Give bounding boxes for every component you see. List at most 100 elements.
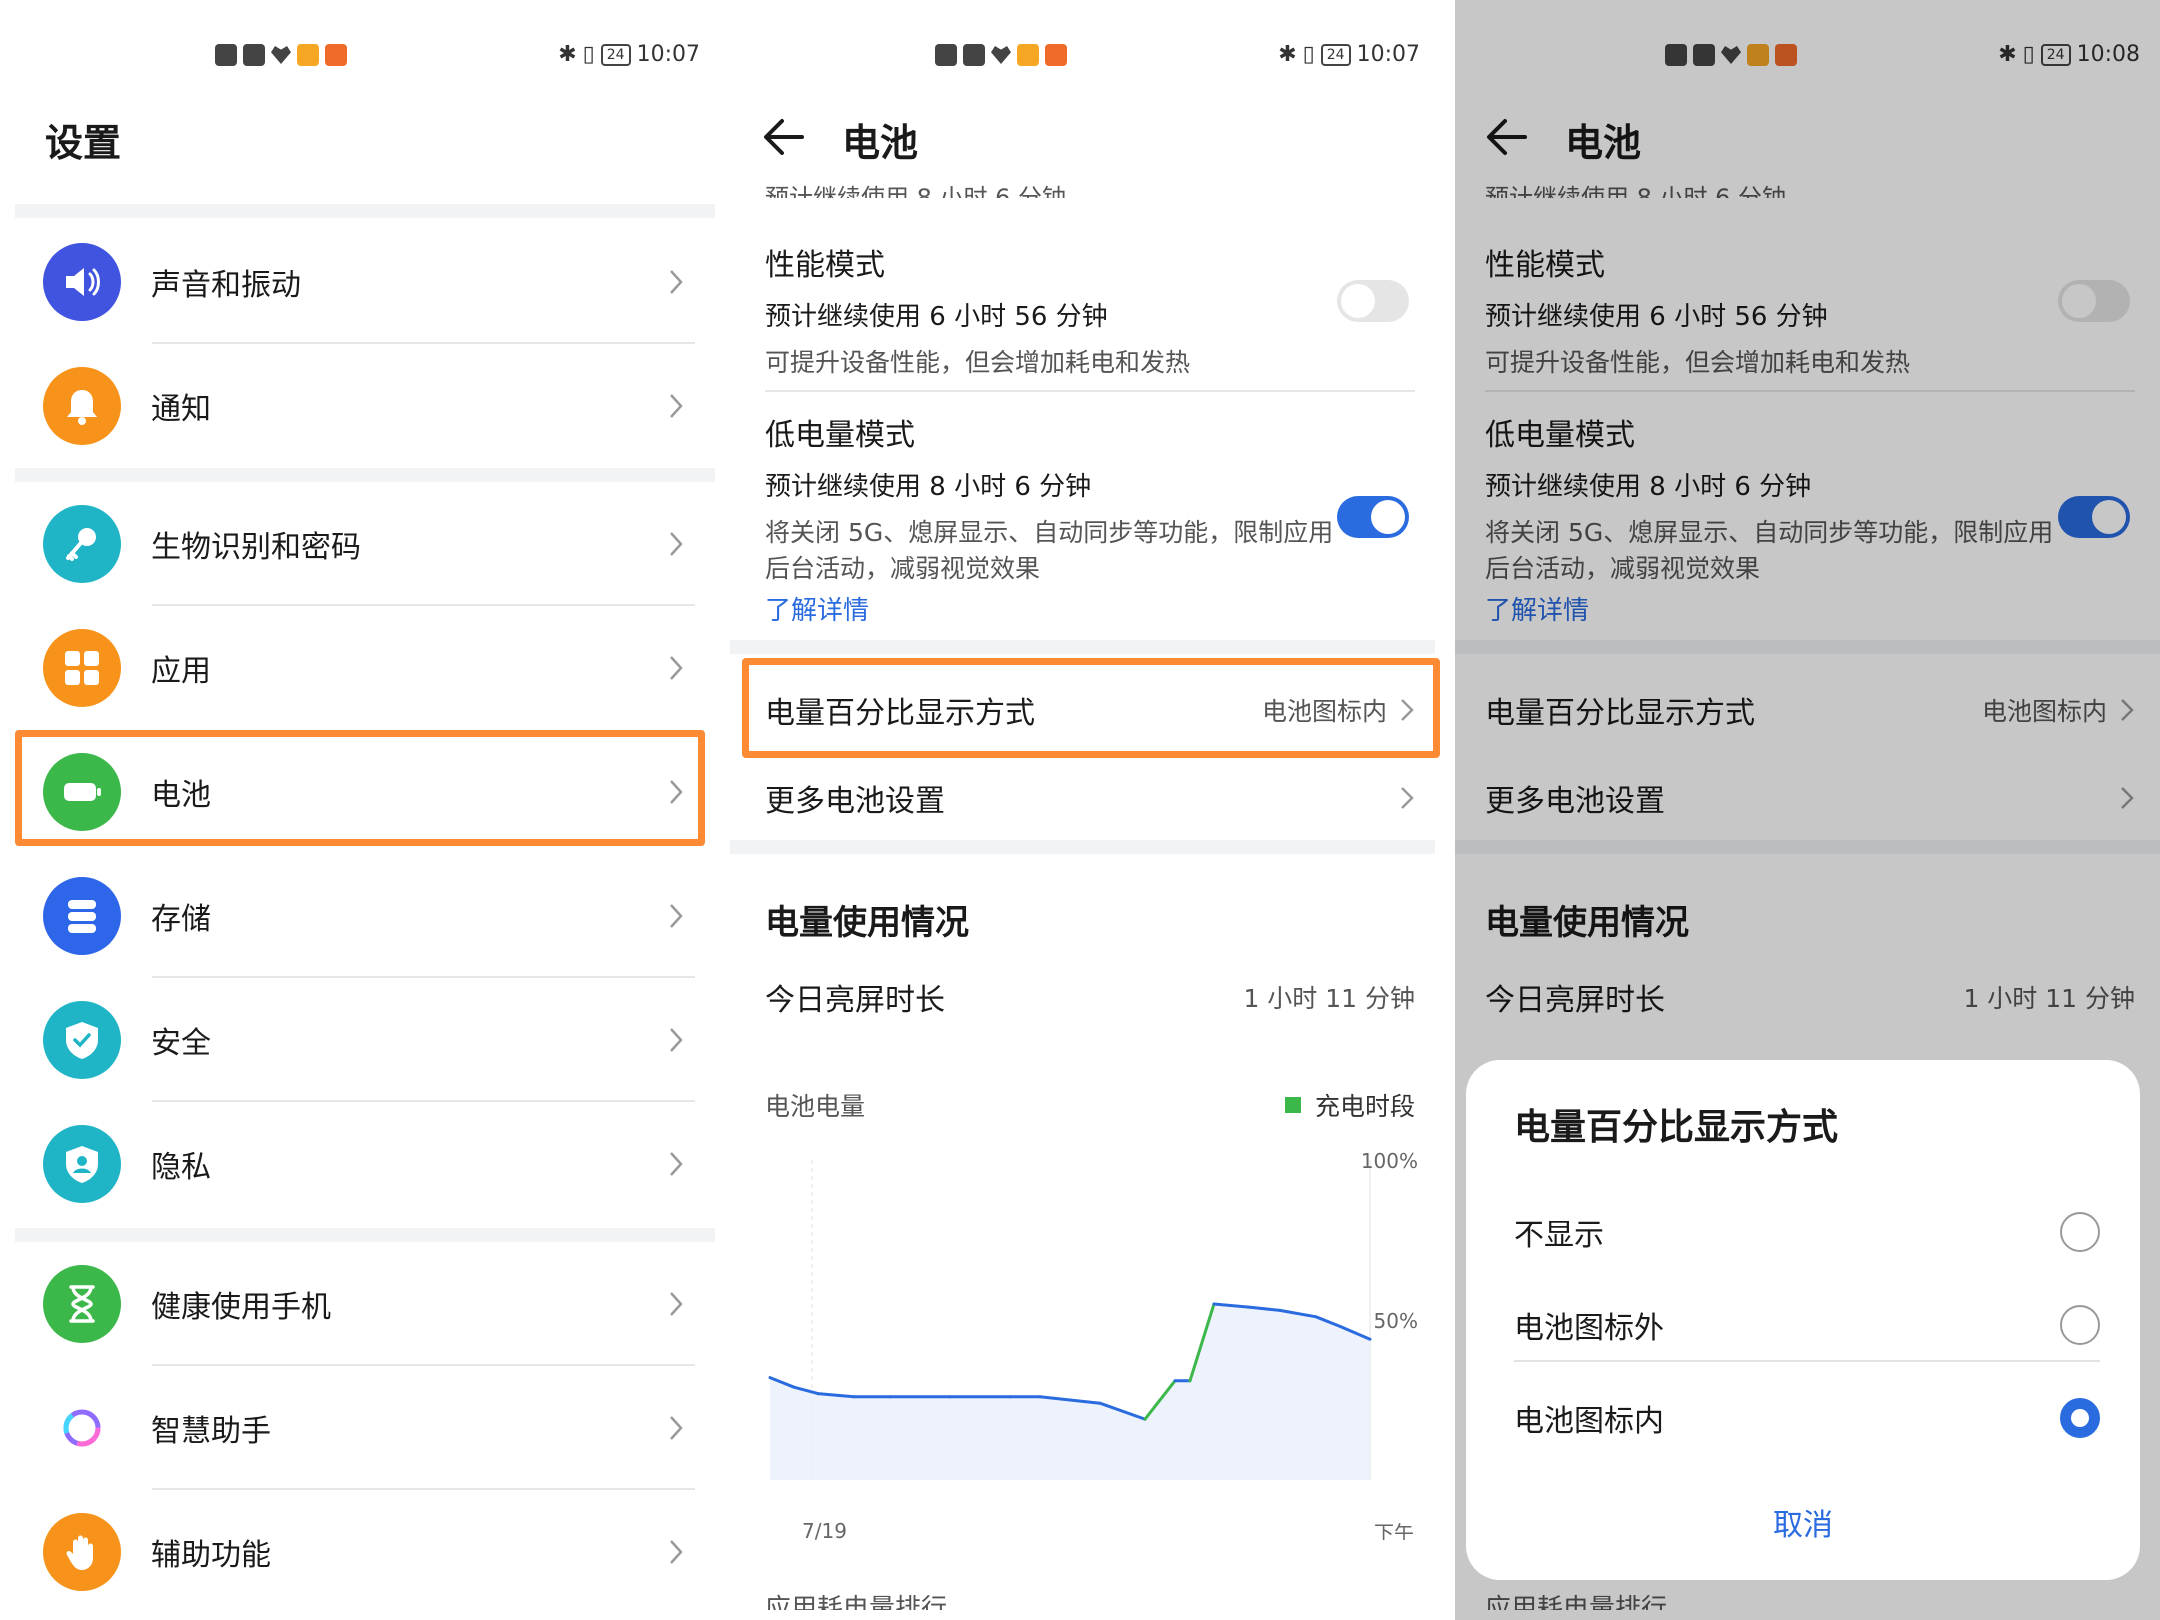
wifi-icon [243, 44, 265, 66]
apps-grid-icon [43, 629, 121, 707]
settings-item-label: 通知 [151, 392, 211, 427]
low-power-mode: 低电量模式 预计继续使用 8 小时 6 分钟 将关闭 5G、熄屏显示、自动同步等… [765, 410, 1345, 587]
option-hide[interactable]: 不显示 [1514, 1202, 2100, 1262]
volume-icon [43, 243, 121, 321]
battery-status-icon: 24 [1320, 43, 1351, 66]
bell-icon [43, 367, 121, 445]
chevron-right-icon [670, 394, 683, 418]
y-tick-label: 50% [1374, 1309, 1418, 1333]
dialog-title: 电量百分比显示方式 [1514, 1107, 1839, 1148]
settings-item-shield[interactable]: 安全 [15, 978, 715, 1102]
settings-item-label: 安全 [151, 1026, 211, 1061]
settings-item-label: 存储 [151, 902, 211, 937]
performance-mode: 性能模式 预计继续使用 6 小时 56 分钟 可提升设备性能，但会增加耗电和发热 [765, 240, 1345, 381]
settings-item-key[interactable]: 生物识别和密码 [15, 482, 715, 606]
performance-mode-desc: 可提升设备性能，但会增加耗电和发热 [765, 348, 1191, 377]
settings-item-bell[interactable]: 通知 [15, 344, 715, 468]
battery-status-icon: 24 [600, 43, 631, 66]
option-inside-icon[interactable]: 电池图标内 [1514, 1388, 2100, 1448]
app-usage-ranking-cut: 应用耗电量排行 [765, 1594, 948, 1610]
radio-button[interactable] [2060, 1305, 2100, 1345]
status-icons-right: ✱ ▯ 24 10:07 [558, 42, 700, 67]
chart-label: 电池电量 [765, 1092, 866, 1121]
settings-item-volume[interactable]: 声音和振动 [15, 220, 715, 344]
battery-panel: ✱ ▯ 24 10:07 电池 预计继续使用 8 小时 6 分钟 性能模式 预计… [720, 0, 1440, 1620]
option-label: 电池图标外 [1514, 1311, 1664, 1346]
chevron-right-icon [670, 1152, 683, 1176]
shield-icon [43, 1001, 121, 1079]
battery-area [770, 1304, 1370, 1480]
status-icons-left [935, 44, 1067, 66]
performance-mode-estimate: 预计继续使用 6 小时 56 分钟 [765, 302, 1108, 332]
back-arrow-icon[interactable] [762, 115, 806, 159]
battery-level-chart: 100%50%7/19下午10:00 [768, 1149, 1418, 1540]
chevron-right-icon [1401, 787, 1414, 809]
hourglass-icon [43, 1265, 121, 1343]
x-tick-label: 7/19 [802, 1519, 847, 1540]
chevron-right-icon [670, 270, 683, 294]
more-battery-settings-row[interactable]: 更多电池设置 [765, 768, 1415, 828]
heart-icon [271, 46, 291, 64]
heart-icon [991, 46, 1011, 64]
key-icon [43, 505, 121, 583]
more-battery-settings-label: 更多电池设置 [765, 784, 945, 819]
vibrate-icon: ▯ [1302, 42, 1315, 67]
option-label: 电池图标内 [1514, 1404, 1664, 1439]
settings-panel: ✱ ▯ 24 10:07 设置 声音和振动 通知 生物识别和密码 应用 电池 存储 安全 隐私… [0, 0, 720, 1620]
privacy-icon [43, 1125, 121, 1203]
page-title: 设置 [45, 121, 122, 165]
bluetooth-icon: ✱ [1278, 42, 1297, 67]
settings-item-storage[interactable]: 存储 [15, 854, 715, 978]
status-bar: ✱ ▯ 24 10:07 [720, 40, 1440, 76]
low-power-mode-toggle[interactable] [1337, 496, 1409, 538]
settings-item-label: 辅助功能 [151, 1538, 271, 1573]
storage-icon [43, 877, 121, 955]
y-tick-label: 100% [1361, 1149, 1418, 1173]
chevron-right-icon [670, 904, 683, 928]
b-icon [935, 44, 957, 66]
settings-item-hand[interactable]: 辅助功能 [15, 1490, 715, 1614]
option-outside-icon[interactable]: 电池图标外 [1514, 1295, 2100, 1355]
usage-section-title: 电量使用情况 [765, 903, 969, 943]
divider [765, 390, 1415, 392]
screen-on-row: 今日亮屏时长 1 小时 11 分钟 [765, 972, 1415, 1022]
settings-item-label: 生物识别和密码 [151, 530, 361, 565]
divider [1514, 1360, 2100, 1362]
assistant-ring-icon [43, 1389, 121, 1467]
vibrate-icon: ▯ [582, 42, 595, 67]
x-tick-label: 下午 [1374, 1521, 1414, 1540]
hand-icon [43, 1513, 121, 1591]
learn-more-link[interactable]: 了解详情 [765, 590, 869, 627]
status-icons-right: ✱ ▯ 24 10:07 [1278, 42, 1420, 67]
cancel-button[interactable]: 取消 [1466, 1500, 2140, 1544]
chevron-right-icon [670, 1540, 683, 1564]
chevron-right-icon [670, 532, 683, 556]
settings-item-label: 声音和振动 [151, 268, 301, 303]
radio-button[interactable] [2060, 1212, 2100, 1252]
option-label: 不显示 [1514, 1218, 1604, 1253]
settings-item-privacy[interactable]: 隐私 [15, 1102, 715, 1226]
chevron-right-icon [670, 1292, 683, 1316]
chevron-right-icon [670, 656, 683, 680]
screen-on-label: 今日亮屏时长 [765, 983, 945, 1018]
highlight-box [742, 658, 1440, 758]
chart-legend: 充电时段 [1284, 1087, 1415, 1123]
performance-mode-toggle[interactable] [1337, 280, 1409, 322]
status-time: 10:07 [1356, 42, 1420, 67]
settings-item-label: 应用 [151, 654, 211, 689]
low-power-mode-desc: 将关闭 5G、熄屏显示、自动同步等功能，限制应用后台活动，减弱视觉效果 [765, 518, 1334, 583]
bluetooth-icon: ✱ [558, 42, 577, 67]
settings-item-hourglass[interactable]: 健康使用手机 [15, 1242, 715, 1366]
settings-item-apps-grid[interactable]: 应用 [15, 606, 715, 730]
settings-item-label: 健康使用手机 [151, 1290, 331, 1325]
radio-button-selected[interactable] [2060, 1398, 2100, 1438]
chart-header: 电池电量 充电时段 [765, 1085, 1415, 1125]
section-divider [730, 640, 1435, 654]
cut-off-estimate: 预计继续使用 8 小时 6 分钟 [765, 184, 1067, 198]
highlight-box [15, 730, 705, 846]
low-power-mode-estimate: 预计继续使用 8 小时 6 分钟 [765, 472, 1092, 502]
settings-item-assistant-ring[interactable]: 智慧助手 [15, 1366, 715, 1490]
play-icon [1045, 44, 1067, 66]
low-power-mode-title: 低电量模式 [765, 418, 915, 453]
screen-on-value: 1 小时 11 分钟 [1243, 984, 1415, 1013]
